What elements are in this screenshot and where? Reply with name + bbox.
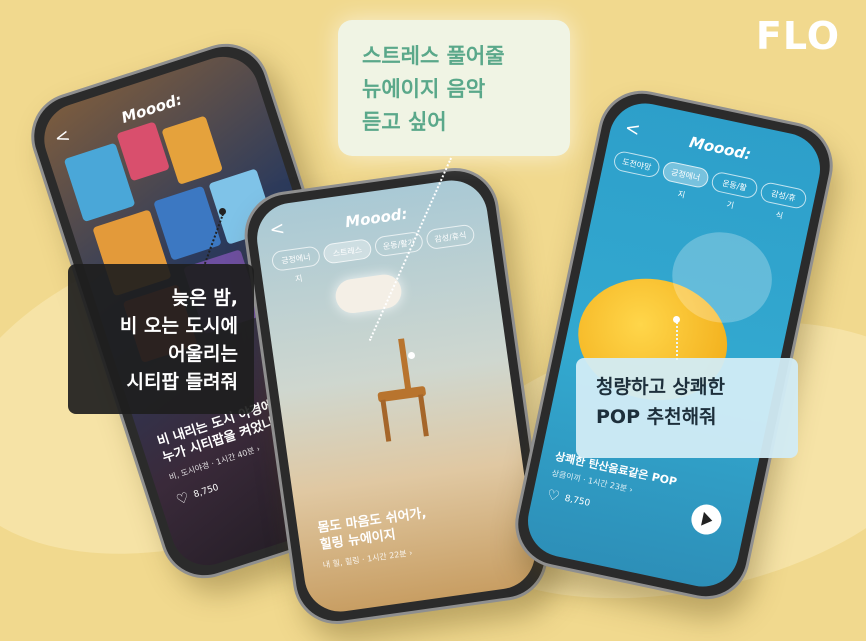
callout-text: 늦은 밤, 비 오는 도시에 어울리는 시티팝 들려줘 <box>119 287 238 393</box>
connector-dot <box>219 208 226 215</box>
mood-chip-selected[interactable]: 긍정에너지 <box>661 160 711 200</box>
callout-newage: 스트레스 풀어줄 뉴에이지 음악 듣고 싶어 <box>338 20 570 156</box>
back-icon[interactable]: < <box>623 117 642 141</box>
like-count: 8,750 <box>192 482 221 501</box>
callout-text: 청량하고 상쾌한 POP 추천해줘 <box>596 376 725 428</box>
mood-chip-selected[interactable]: 스트레스 <box>322 238 373 265</box>
heart-icon[interactable]: ♡ <box>545 487 561 505</box>
album-tile <box>153 185 222 261</box>
connector-line <box>676 322 678 360</box>
like-count: 8,750 <box>563 493 591 509</box>
callout-text: 스트레스 풀어줄 뉴에이지 음악 듣고 싶어 <box>362 44 505 134</box>
album-tile <box>161 115 224 185</box>
heart-icon[interactable]: ♡ <box>174 490 191 509</box>
moood-logo: Moood: <box>687 132 753 164</box>
back-icon[interactable]: < <box>52 125 73 150</box>
flo-logo: FLO <box>755 14 840 58</box>
chair-back <box>398 338 412 395</box>
mood-chip[interactable]: 긍정에너지 <box>270 245 322 284</box>
connector-dot <box>673 316 680 323</box>
callout-citypop: 늦은 밤, 비 오는 도시에 어울리는 시티팝 들려줘 <box>68 264 254 414</box>
cloud-image <box>333 272 404 316</box>
playlist-title: 몸도 마음도 쉬어가, 힐링 뉴에이지 <box>316 505 428 553</box>
play-icon <box>701 511 714 528</box>
chair-leg <box>380 399 392 442</box>
play-button[interactable] <box>688 501 725 538</box>
phone-screen: < Moood: 긍정에너지 스트레스 운동/활기 감성/휴식 몸도 마음도 쉬… <box>252 175 540 617</box>
chair-leg <box>418 394 429 437</box>
back-icon[interactable]: < <box>268 218 286 241</box>
phone-center: < Moood: 긍정에너지 스트레스 운동/활기 감성/휴식 몸도 마음도 쉬… <box>238 162 554 630</box>
connector-dot <box>408 352 415 359</box>
mood-chip[interactable]: 감성/휴식 <box>425 223 476 251</box>
moood-logo: Moood: <box>344 204 409 232</box>
mood-chip[interactable]: 운동/활기 <box>709 170 760 210</box>
mood-chip[interactable]: 도전야망 <box>612 149 662 179</box>
mood-chip[interactable]: 감성/휴식 <box>758 180 809 221</box>
callout-pop: 청량하고 상쾌한 POP 추천해줘 <box>576 358 798 458</box>
